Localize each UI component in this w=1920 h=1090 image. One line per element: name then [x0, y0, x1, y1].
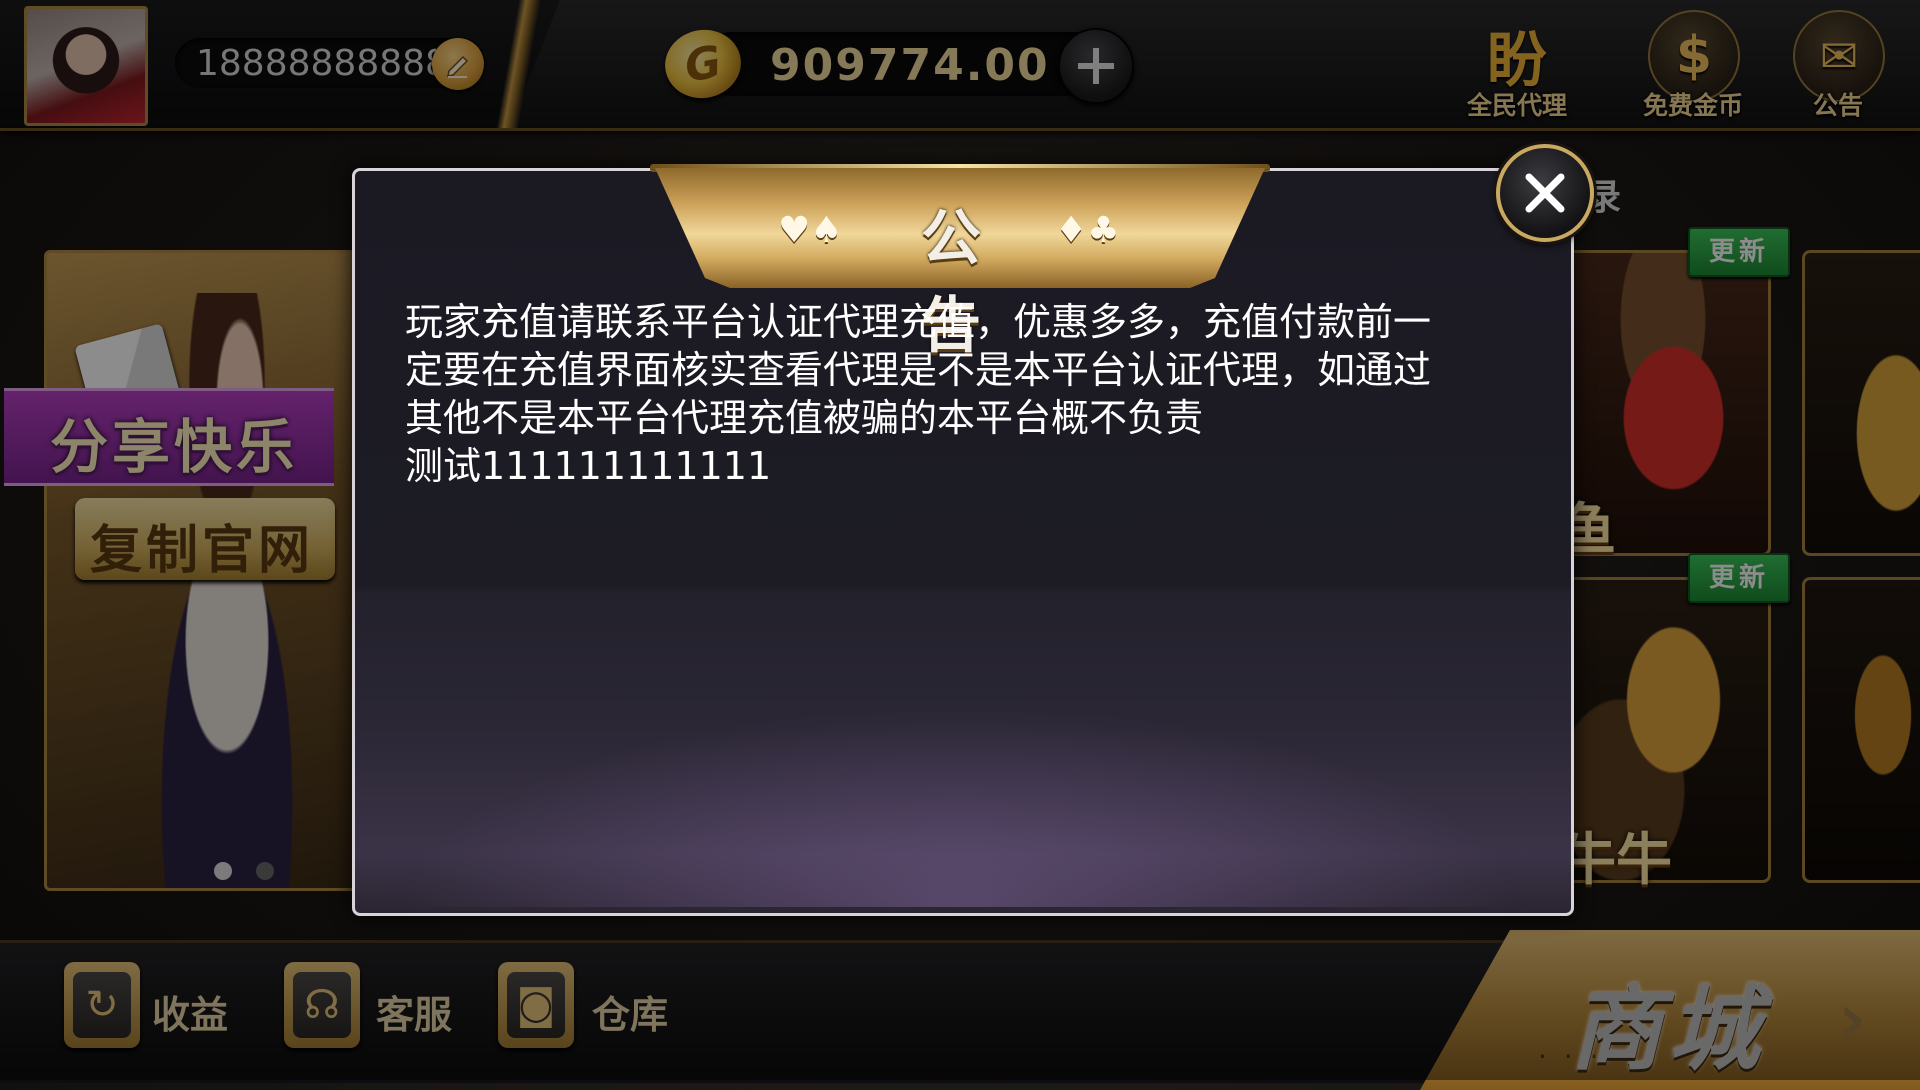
- notice-line: 其他不是本平台代理充值被骗的本平台概不负责: [405, 396, 1204, 440]
- close-icon: [1525, 173, 1565, 213]
- heart-spade-icon: ♥♠: [778, 210, 843, 251]
- notice-line: 测试111111111111: [405, 444, 772, 488]
- notice-message: 玩家充值请联系平台认证代理充值，优惠多多，充值付款前一 定要在充值界面核实查看代…: [405, 298, 1505, 490]
- notice-line: 定要在充值界面核实查看代理是不是本平台认证代理，如通过: [405, 348, 1432, 392]
- dialog-glow: [355, 690, 1565, 907]
- close-button[interactable]: [1496, 144, 1594, 242]
- diamond-club-icon: ♦♣: [1055, 210, 1120, 251]
- notice-line: 玩家充值请联系平台认证代理充值，优惠多多，充值付款前一: [405, 300, 1432, 344]
